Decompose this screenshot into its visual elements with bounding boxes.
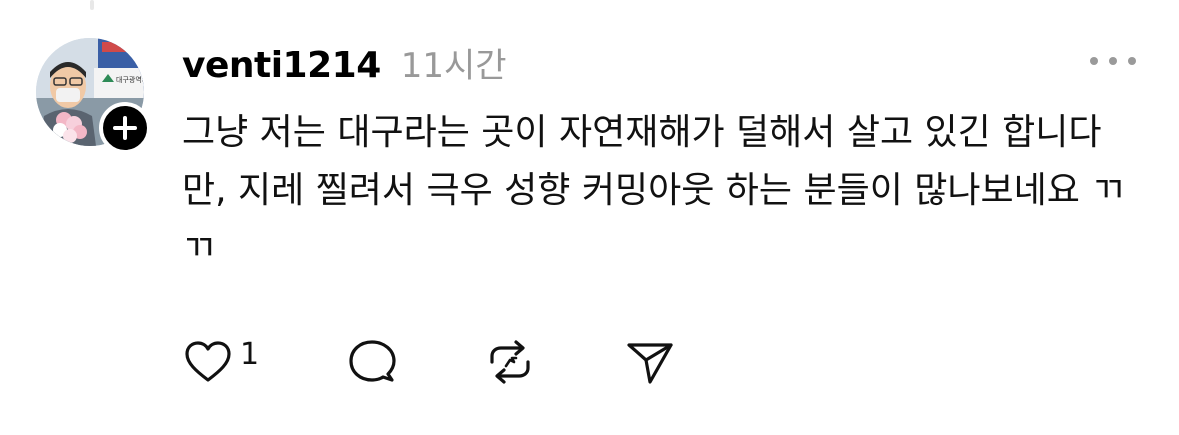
- like-button[interactable]: 1: [182, 336, 259, 388]
- post-header: venti1214 11시간: [182, 38, 507, 86]
- send-icon: [627, 343, 673, 384]
- more-dots-icon: [1128, 57, 1136, 65]
- more-options-button[interactable]: [1090, 50, 1136, 72]
- plus-icon: [113, 116, 137, 140]
- more-dots-icon: [1090, 57, 1098, 65]
- reply-button[interactable]: [346, 336, 398, 388]
- post-text: 그냥 저는 대구라는 곳이 자연재해가 덜해서 살고 있긴 합니다만, 지레 찔…: [182, 112, 1125, 269]
- more-dots-icon: [1109, 57, 1117, 65]
- username[interactable]: venti1214: [182, 45, 381, 86]
- svg-text:대구광역시: 대구광역시: [116, 75, 144, 84]
- comment-icon: [349, 340, 396, 382]
- heart-icon: [185, 341, 231, 382]
- share-button[interactable]: [624, 336, 676, 388]
- repost-button[interactable]: [484, 336, 536, 388]
- like-count: 1: [240, 336, 260, 372]
- repost-icon: [490, 340, 530, 384]
- thread-connector-line: [90, 0, 94, 10]
- timestamp: 11시간: [400, 46, 507, 86]
- follow-button[interactable]: [99, 102, 151, 154]
- thread-post: 대구광역시 venti1214 11시간 그냥 저는 대구라는 곳이 자연재해가…: [0, 0, 1179, 435]
